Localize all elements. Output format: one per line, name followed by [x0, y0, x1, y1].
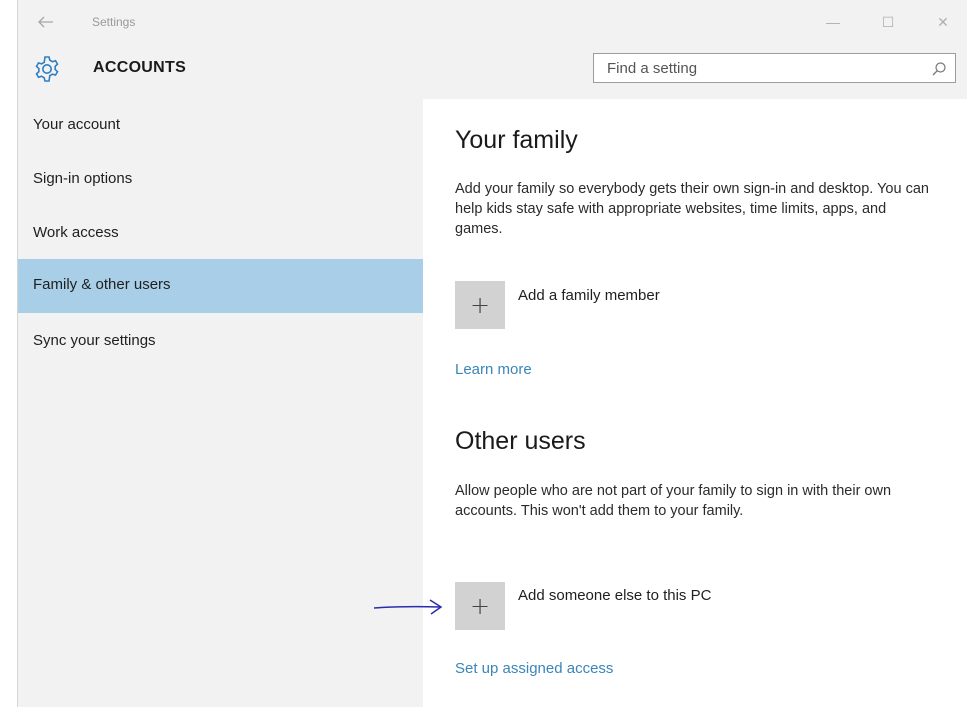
sidebar-item-label: Family & other users [33, 276, 171, 293]
search-placeholder: Find a setting [607, 60, 698, 77]
sidebar-item-label: Sign-in options [33, 170, 133, 187]
search-input[interactable]: Find a setting [593, 53, 956, 83]
family-heading: Your family [455, 126, 578, 154]
sidebar-item-family-other-users[interactable]: Family & other users [18, 259, 423, 313]
page-title: ACCOUNTS [93, 59, 187, 76]
close-button[interactable]: ✕ [928, 10, 958, 34]
plus-icon: + [469, 291, 491, 319]
family-description: Add your family so everybody gets their … [455, 181, 929, 237]
annotation-arrow-icon [372, 595, 448, 619]
sidebar-item-label: Sync your settings [33, 332, 156, 349]
search-icon[interactable] [931, 61, 947, 77]
sidebar-item-work-access[interactable]: Work access [18, 207, 423, 259]
sidebar-item-label: Work access [33, 224, 119, 241]
minimize-button[interactable]: — [818, 10, 848, 34]
other-users-heading: Other users [455, 427, 586, 455]
back-arrow-icon[interactable] [36, 14, 56, 30]
sidebar-item-sign-in-options[interactable]: Sign-in options [18, 153, 423, 205]
add-family-member-label[interactable]: Add a family member [518, 287, 660, 304]
window-title: Settings [92, 15, 136, 29]
other-users-description: Allow people who are not part of your fa… [455, 483, 892, 519]
learn-more-link[interactable]: Learn more [455, 361, 532, 378]
sidebar-item-sync-settings[interactable]: Sync your settings [18, 315, 423, 367]
gear-icon [32, 54, 62, 84]
add-someone-else-label[interactable]: Add someone else to this PC [518, 587, 711, 604]
sidebar-item-your-account[interactable]: Your account [18, 99, 423, 151]
settings-window: Settings — ☐ ✕ ACCOUNTS Find a setting Y… [17, 0, 967, 707]
content-pane: Your family Add your family so everybody… [423, 99, 967, 707]
add-family-member-button[interactable]: + [455, 281, 505, 329]
add-someone-else-button[interactable]: + [455, 582, 505, 630]
set-up-assigned-access-link[interactable]: Set up assigned access [455, 660, 613, 677]
title-bar: Settings — ☐ ✕ [18, 0, 967, 44]
maximize-button[interactable]: ☐ [873, 10, 903, 34]
sidebar-item-label: Your account [33, 116, 121, 133]
plus-icon: + [469, 592, 491, 620]
sidebar: Your account Sign-in options Work access… [18, 99, 423, 707]
